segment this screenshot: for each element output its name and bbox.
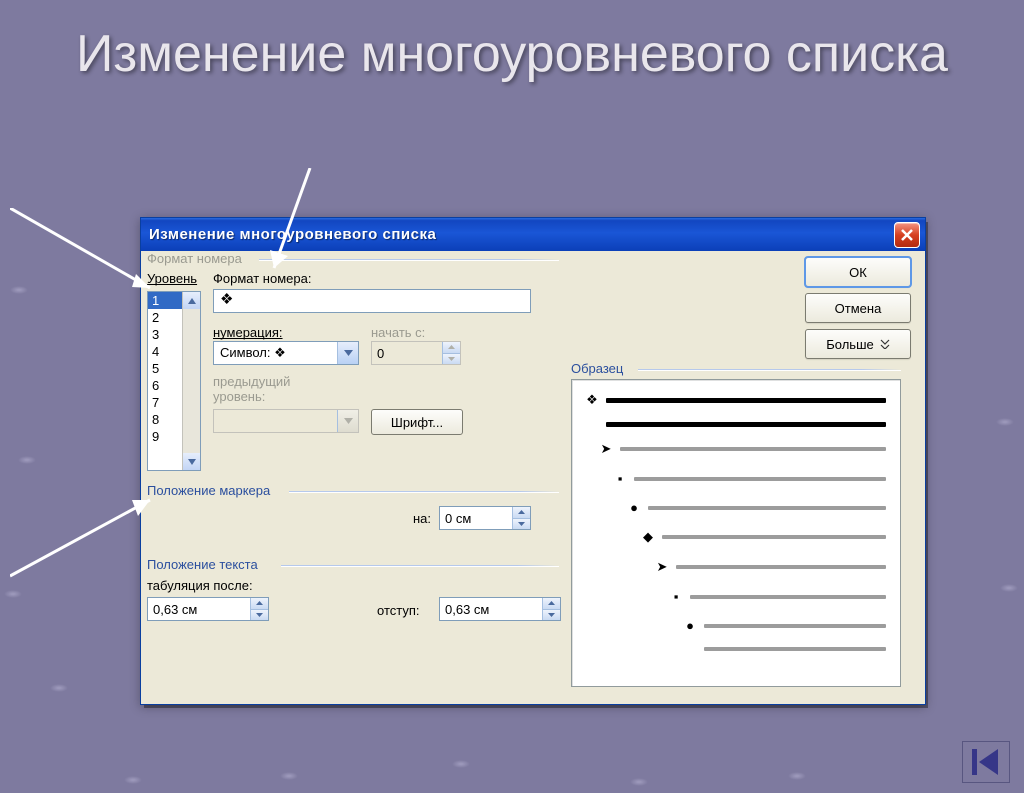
more-arrows-icon <box>880 337 890 352</box>
group-preview: Образец <box>571 361 623 376</box>
rewind-icon <box>970 747 1002 777</box>
level-item[interactable]: 3 <box>148 326 182 343</box>
more-label: Больше <box>826 337 874 352</box>
group-text-position: Положение текста <box>147 557 258 572</box>
preview-bar <box>676 565 886 569</box>
level-scrollbar[interactable] <box>182 292 200 470</box>
ok-button[interactable]: ОК <box>805 257 911 287</box>
start-at-value: 0 <box>377 346 384 361</box>
level-item[interactable]: 4 <box>148 343 182 360</box>
group-marker-position: Положение маркера <box>147 483 270 498</box>
marker-at-label: на: <box>413 511 431 526</box>
level-item[interactable]: 2 <box>148 309 182 326</box>
slide-title: Изменение многоуровневого списка <box>0 26 1024 83</box>
divider <box>281 565 559 567</box>
cancel-button[interactable]: Отмена <box>805 293 911 323</box>
indent-spinner[interactable]: 0,63 см <box>439 597 561 621</box>
preview-bullet-icon: ▪ <box>614 471 626 486</box>
preview-bullet-icon: ➤ <box>656 559 668 575</box>
marker-at-value: 0 см <box>445 511 471 526</box>
preview-row <box>586 647 886 651</box>
preview-bar <box>634 477 886 481</box>
preview-bullet-icon: ● <box>684 618 696 633</box>
group-number-format: Формат номера <box>147 251 242 266</box>
level-item[interactable]: 9 <box>148 428 182 445</box>
scroll-down-icon[interactable] <box>183 453 200 470</box>
indent-label: отступ: <box>377 603 420 618</box>
tab-after-value: 0,63 см <box>153 602 197 617</box>
preview-pane: ❖➤▪●◆➤▪● <box>571 379 901 687</box>
spin-down-icon <box>442 354 460 365</box>
number-format-input[interactable]: ❖ <box>213 289 531 313</box>
callout-arrow-3 <box>10 496 160 586</box>
level-item[interactable]: 8 <box>148 411 182 428</box>
font-button[interactable]: Шрифт... <box>371 409 463 435</box>
numbering-label: нумерация: <box>213 325 283 340</box>
preview-bar <box>704 624 886 628</box>
level-item[interactable]: 7 <box>148 394 182 411</box>
preview-bullet-icon: ❖ <box>586 392 598 408</box>
numbering-value: Символ: ❖ <box>220 345 286 361</box>
preview-bar <box>690 595 886 599</box>
preview-bullet-icon: ▪ <box>670 589 682 604</box>
preview-row: ▪ <box>586 471 886 486</box>
indent-value: 0,63 см <box>445 602 489 617</box>
spin-down-icon[interactable] <box>250 610 268 621</box>
preview-bar <box>620 447 886 451</box>
preview-bullet-icon: ◆ <box>642 529 654 545</box>
callout-arrow-2 <box>270 168 340 278</box>
spin-up-icon[interactable] <box>542 598 560 610</box>
preview-bullet-icon: ● <box>628 500 640 515</box>
preview-row: ➤ <box>586 559 886 575</box>
spin-down-icon[interactable] <box>542 610 560 621</box>
ok-label: ОК <box>849 265 867 280</box>
divider <box>638 369 901 371</box>
font-label: Шрифт... <box>391 415 443 430</box>
marker-at-spinner[interactable]: 0 см <box>439 506 531 530</box>
spin-up-icon[interactable] <box>250 598 268 610</box>
preview-row <box>586 422 886 427</box>
numbering-select[interactable]: Символ: ❖ <box>213 341 359 365</box>
number-format-value: ❖ <box>220 291 233 308</box>
dropdown-disabled-icon <box>337 410 358 432</box>
preview-bar <box>648 506 886 510</box>
tab-after-spinner[interactable]: 0,63 см <box>147 597 269 621</box>
preview-row: ● <box>586 618 886 633</box>
start-at-spinner: 0 <box>371 341 461 365</box>
level-item[interactable]: 5 <box>148 360 182 377</box>
divider <box>289 491 559 493</box>
preview-bar <box>662 535 886 539</box>
level-listbox[interactable]: 123456789 <box>147 291 201 471</box>
start-at-label: начать с: <box>371 325 425 340</box>
preview-row: ➤ <box>586 441 886 457</box>
preview-bullet-icon: ➤ <box>600 441 612 457</box>
spin-up-icon[interactable] <box>512 507 530 519</box>
dialog-titlebar[interactable]: Изменение многоуровневого списка <box>141 218 925 251</box>
preview-bar <box>704 647 886 651</box>
preview-row: ● <box>586 500 886 515</box>
preview-bar <box>606 422 886 427</box>
tab-after-label: табуляция после: <box>147 578 253 593</box>
multilevel-list-dialog: Изменение многоуровневого списка ОК Отме… <box>140 217 926 705</box>
spin-down-icon[interactable] <box>512 519 530 530</box>
more-button[interactable]: Больше <box>805 329 911 359</box>
preview-bar <box>606 398 886 403</box>
cancel-label: Отмена <box>835 301 882 316</box>
scroll-up-icon[interactable] <box>183 292 200 309</box>
callout-arrow-1 <box>10 208 160 298</box>
preview-row: ◆ <box>586 529 886 545</box>
nav-previous-button[interactable] <box>962 741 1010 783</box>
preview-row: ❖ <box>586 392 886 408</box>
spin-up-icon <box>442 342 460 354</box>
preview-row: ▪ <box>586 589 886 604</box>
dropdown-icon[interactable] <box>337 342 358 364</box>
prev-level-select <box>213 409 359 433</box>
prev-level-label: предыдущий уровень: <box>213 375 313 405</box>
level-item[interactable]: 6 <box>148 377 182 394</box>
close-button[interactable] <box>894 222 920 248</box>
